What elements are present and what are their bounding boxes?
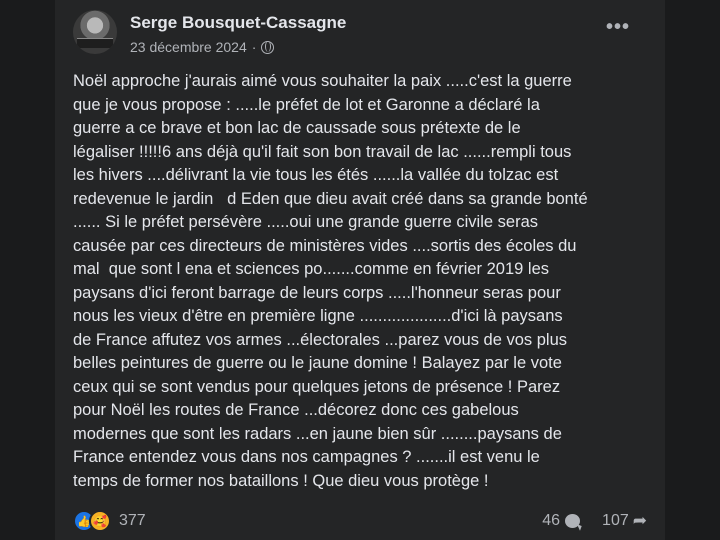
post-footer: 👍 🥰 377 46 107 ➦ [73, 508, 647, 534]
post-text-line: belles peintures de guerre ou le jaune d… [73, 354, 562, 372]
post-text-line: de France affutez vos armes ...électoral… [73, 330, 568, 349]
post-text-line: redevenue le jardin d Eden que dieu avai… [73, 189, 588, 208]
post-card: Serge Bousquet-Cassagne 23 décembre 2024… [55, 0, 665, 540]
reactions-summary[interactable]: 👍 🥰 377 [73, 510, 146, 532]
comment-icon[interactable] [565, 514, 581, 528]
engagement-stats: 46 107 ➦ [542, 511, 647, 531]
post-text-line: Noël approche j'aurais aimé vous souhait… [73, 72, 572, 90]
post-text: Noël approche j'aurais aimé vous souhait… [73, 70, 653, 493]
post-text-line: modernes que sont les radars ...en jaune… [73, 424, 562, 443]
post-text-line: paysans d'ici feront barrage de leurs co… [73, 283, 561, 302]
post-text-line: causée par ces directeurs de ministères … [73, 236, 577, 255]
more-options-button[interactable]: ••• [606, 17, 630, 37]
post-text-line: mal que sont l ena et sciences po.......… [73, 260, 549, 278]
post-text-line: que je vous propose : .....le préfet de … [73, 95, 540, 114]
care-icon: 🥰 [89, 510, 111, 532]
post-meta: 23 décembre 2024 · [130, 39, 275, 55]
post-date[interactable]: 23 décembre 2024 [130, 39, 247, 55]
post-text-line: guerre a ce brave et bon lac de caussade… [73, 119, 521, 137]
post-text-line: légaliser !!!!!6 ans déjà qu'il fait son… [73, 142, 572, 161]
author-name[interactable]: Serge Bousquet-Cassagne [130, 13, 346, 33]
post-text-line: les hivers ....délivrant la vie tous les… [73, 166, 559, 184]
author-avatar[interactable] [73, 10, 117, 54]
share-icon[interactable]: ➦ [633, 511, 647, 531]
reaction-count[interactable]: 377 [119, 512, 146, 530]
post-text-line: ceux qui se sont vendus pour quelques je… [73, 377, 561, 396]
post-text-line: pour Noël les routes de France ...décore… [73, 401, 519, 419]
post-text-line: France entendez vous dans nos campagnes … [73, 448, 540, 466]
comment-count[interactable]: 46 [542, 512, 560, 530]
post-text-line: temps de former nos bataillons ! Que die… [73, 471, 489, 490]
post-text-line: nous les vieux d'être en première ligne … [73, 307, 563, 325]
meta-separator: · [251, 39, 257, 55]
share-count[interactable]: 107 [602, 512, 629, 530]
post-text-line: ...... Si le préfet persévère .....oui u… [73, 213, 538, 231]
globe-icon[interactable] [261, 40, 275, 54]
